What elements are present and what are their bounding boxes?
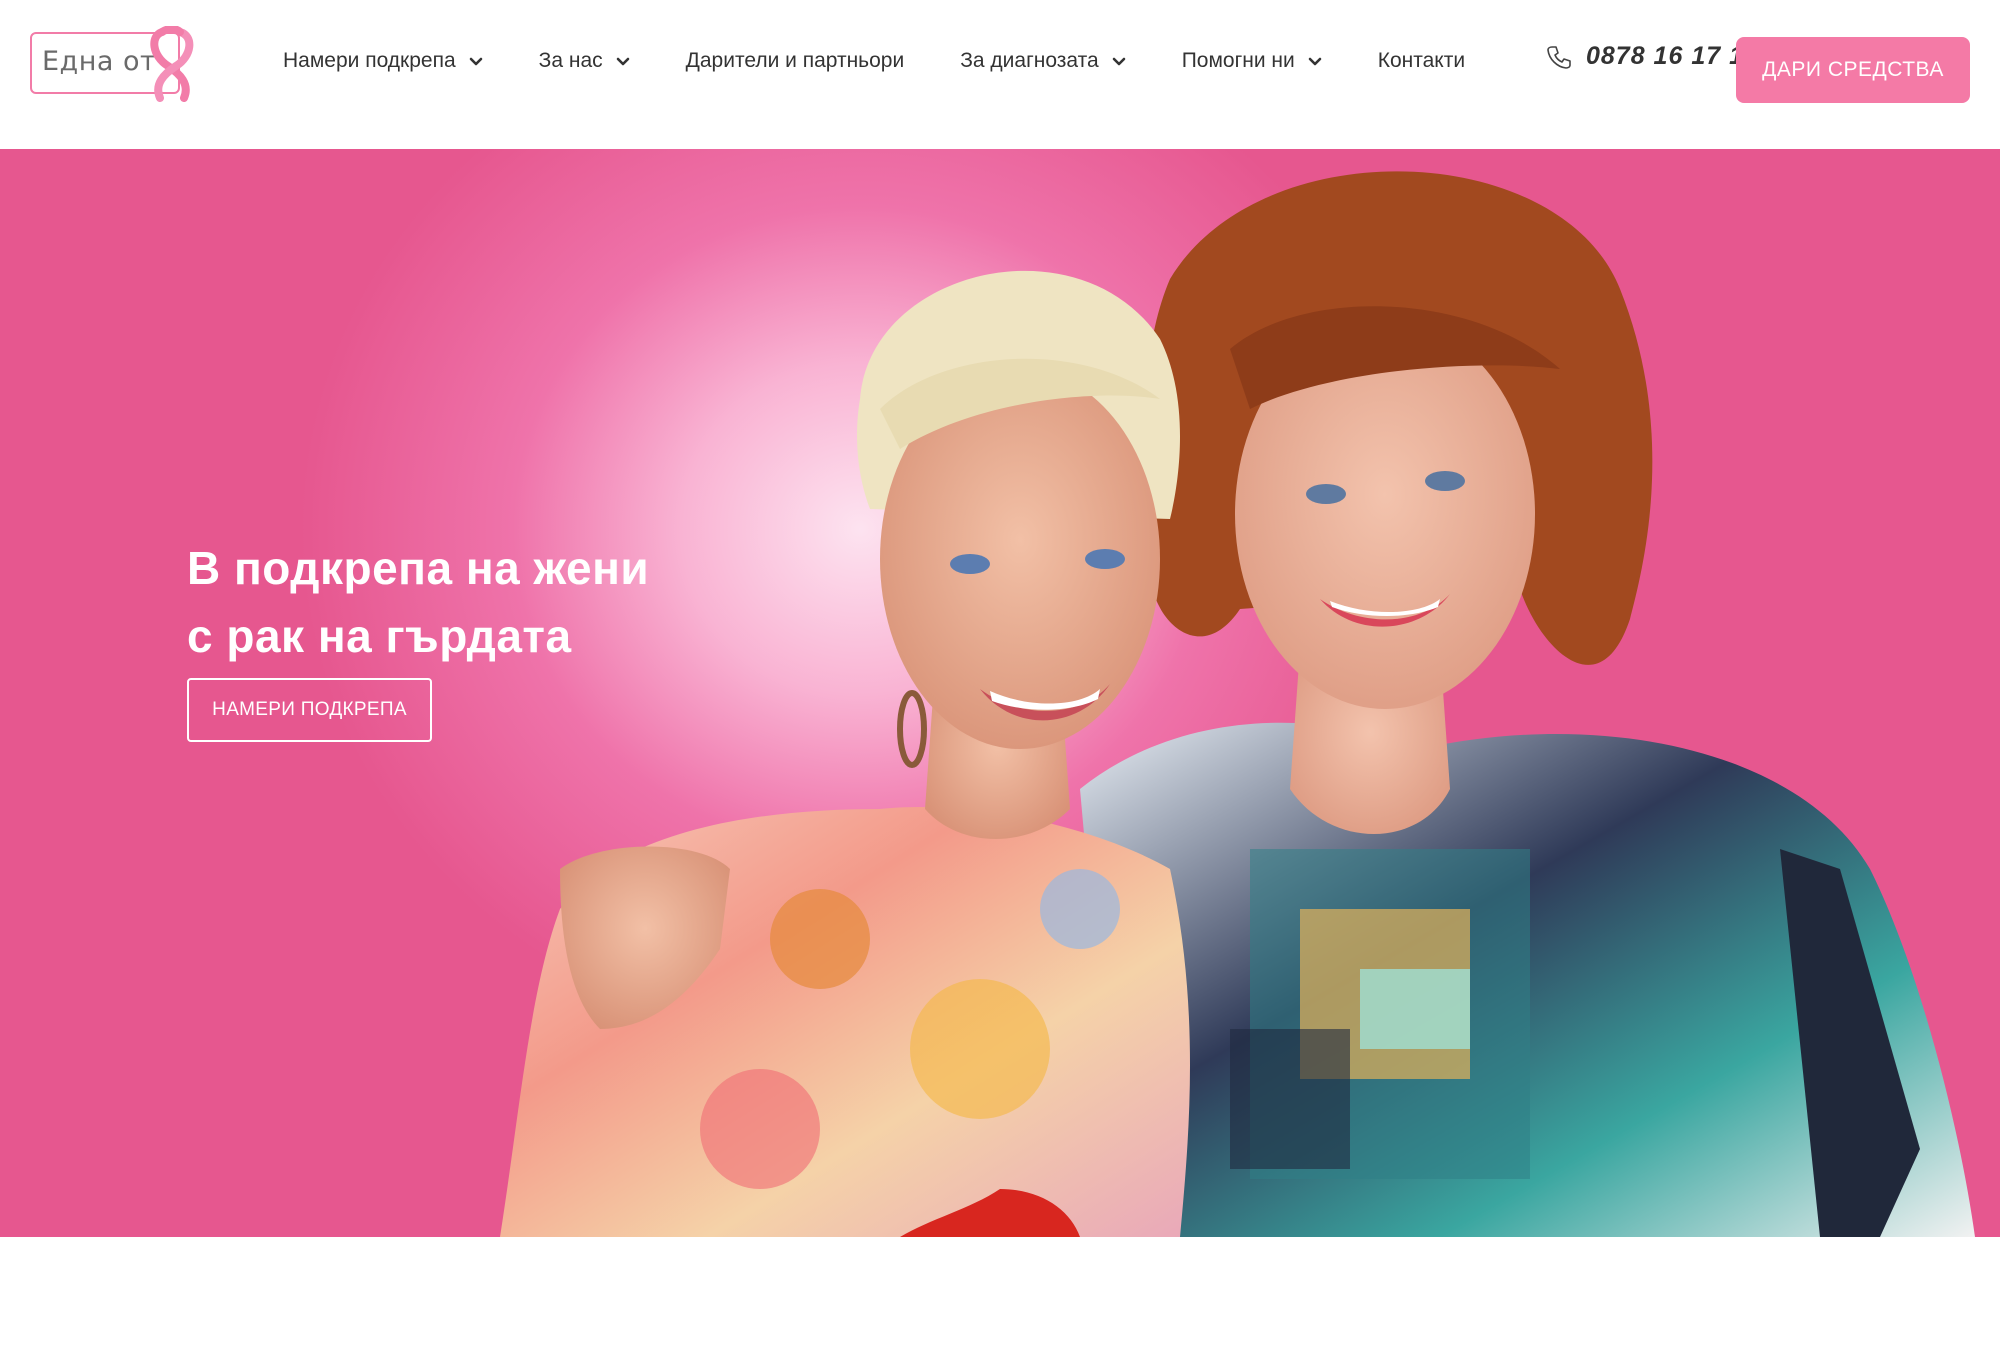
- site-logo[interactable]: Една от: [30, 26, 194, 102]
- phone-number: 0878 16 17 1: [1586, 42, 1744, 70]
- nav-item-donors-partners[interactable]: Дарители и партньори: [686, 49, 905, 73]
- chevron-down-icon: [616, 57, 629, 66]
- nav-item-find-support[interactable]: Намери подкрепа: [283, 49, 483, 73]
- nav-item-label: Дарители и партньори: [685, 49, 905, 72]
- main-navigation: Намери подкрепа За нас Дарители и партнь…: [283, 44, 1465, 78]
- nav-item-label: За нас: [538, 49, 603, 72]
- phone-link[interactable]: 0878 16 17 1: [1546, 42, 1744, 71]
- nav-item-contacts[interactable]: Контакти: [1378, 49, 1465, 73]
- hero-section: В подкрепа на жени с рак на гърдата НАМЕ…: [0, 149, 2000, 1237]
- donate-button[interactable]: ДАРИ СРЕДСТВА: [1736, 37, 1970, 103]
- nav-item-label: За диагнозата: [960, 49, 1099, 72]
- pink-ribbon-icon: [150, 26, 194, 102]
- hero-title-line-1: В подкрепа на жени: [187, 541, 650, 594]
- phone-icon: [1547, 45, 1571, 69]
- hero-title-line-2: с рак на гърдата: [187, 609, 572, 662]
- nav-item-label: Контакти: [1377, 49, 1466, 72]
- chevron-down-icon: [1308, 57, 1322, 66]
- chevron-down-icon: [1112, 57, 1125, 66]
- nav-item-label: Намери подкрепа: [283, 49, 456, 72]
- nav-item-help-us[interactable]: Помогни ни: [1182, 49, 1322, 73]
- hero-title: В подкрепа на жени с рак на гърдата: [187, 534, 747, 670]
- nav-item-about-us[interactable]: За нас: [539, 49, 630, 73]
- nav-item-label: Помогни ни: [1181, 49, 1295, 72]
- chevron-down-icon: [469, 57, 482, 66]
- nav-item-about-diagnosis[interactable]: За диагнозата: [960, 49, 1125, 73]
- site-header: Една от Намери подкрепа За нас Дарители …: [0, 0, 2000, 149]
- find-support-button[interactable]: НАМЕРИ ПОДКРЕПА: [187, 678, 432, 742]
